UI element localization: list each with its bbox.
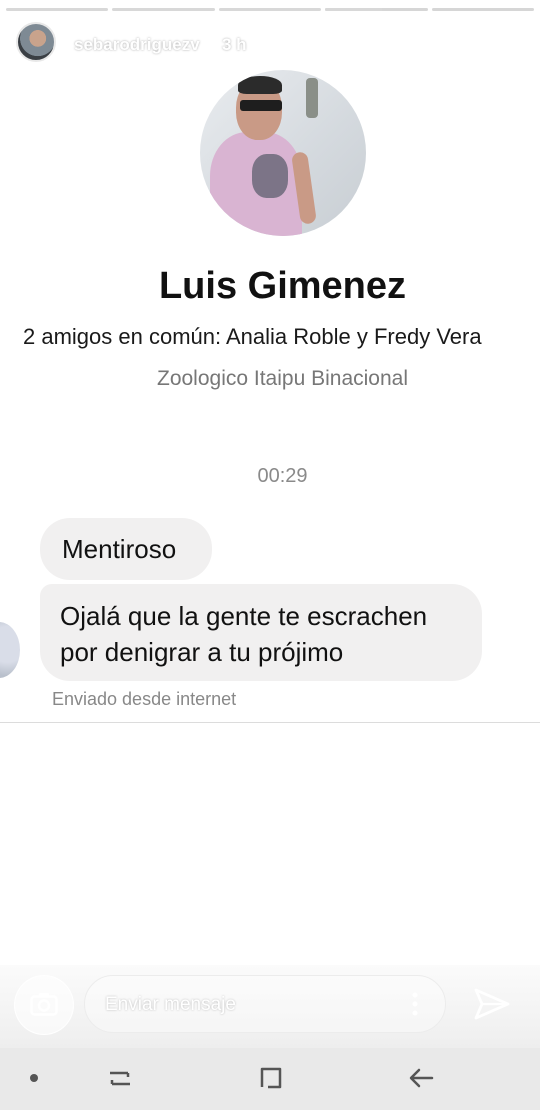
send-icon[interactable]	[470, 982, 514, 1026]
message-bubble: Ojalá que la gente te escrachen por deni…	[40, 584, 482, 681]
sent-from-label: Enviado desde internet	[52, 689, 237, 709]
mutual-friends: 2 amigos en común: Analia Roble y Fredy …	[23, 324, 482, 349]
message-input[interactable]: Enviar mensaje	[84, 975, 446, 1033]
progress-segment	[6, 8, 109, 11]
more-options-icon[interactable]	[408, 990, 422, 1018]
divider	[0, 722, 540, 723]
back-icon[interactable]	[408, 1064, 436, 1092]
profile-place: Zoologico Itaipu Binacional	[157, 367, 408, 390]
profile-photo	[200, 70, 366, 236]
camera-button[interactable]	[14, 975, 74, 1035]
message-timestamp: 00:29	[257, 465, 308, 487]
message-text: Mentiroso	[62, 534, 177, 564]
message-text-line: por denigrar a tu prójimo	[60, 637, 344, 667]
story-username[interactable]: sebarodriguezv	[74, 35, 200, 55]
progress-segment	[325, 8, 428, 11]
home-icon[interactable]	[257, 1064, 285, 1092]
story-progress	[6, 8, 535, 11]
progress-segment	[218, 8, 322, 11]
profile-name: Luis Gimenez	[158, 265, 407, 307]
story-avatar[interactable]	[16, 22, 56, 62]
message-text-line: Ojalá que la gente te escrachen	[60, 601, 428, 631]
sender-avatar	[0, 622, 20, 678]
recent-apps-icon[interactable]	[106, 1064, 134, 1092]
camera-icon	[30, 993, 58, 1016]
story-time: 3 h	[222, 35, 247, 54]
nav-dot-icon[interactable]	[30, 1074, 38, 1082]
message-bubble: Mentiroso	[40, 518, 212, 580]
progress-segment	[431, 8, 535, 11]
progress-segment	[112, 8, 215, 11]
